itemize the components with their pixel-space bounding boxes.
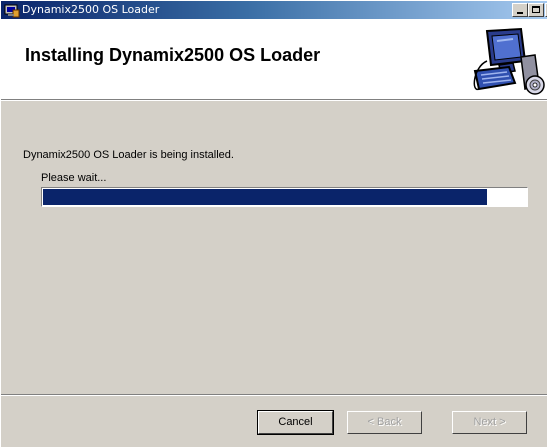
minimize-button[interactable]	[512, 3, 528, 17]
wait-label: Please wait...	[41, 172, 107, 184]
maximize-button[interactable]	[528, 3, 544, 17]
installer-app-icon	[4, 4, 20, 18]
title-bar[interactable]: Dynamix2500 OS Loader ×	[1, 1, 547, 19]
header-banner: Installing Dynamix2500 OS Loader	[1, 19, 547, 99]
next-button[interactable]: Next >	[452, 411, 527, 434]
footer-divider-highlight	[1, 395, 547, 396]
minimize-icon	[517, 12, 523, 14]
progress-fill	[43, 189, 487, 205]
installer-window: Dynamix2500 OS Loader × Installing Dynam…	[0, 0, 547, 447]
page-title: Installing Dynamix2500 OS Loader	[25, 45, 321, 65]
window-title: Dynamix2500 OS Loader	[22, 3, 160, 16]
banner-divider-highlight	[1, 100, 547, 101]
back-button[interactable]: < Back	[347, 411, 422, 434]
status-message: Dynamix2500 OS Loader is being installed…	[23, 149, 234, 161]
computer-icon	[473, 27, 545, 95]
maximize-icon	[532, 6, 540, 13]
cancel-button[interactable]: Cancel	[257, 410, 334, 435]
progress-bar	[41, 187, 528, 207]
